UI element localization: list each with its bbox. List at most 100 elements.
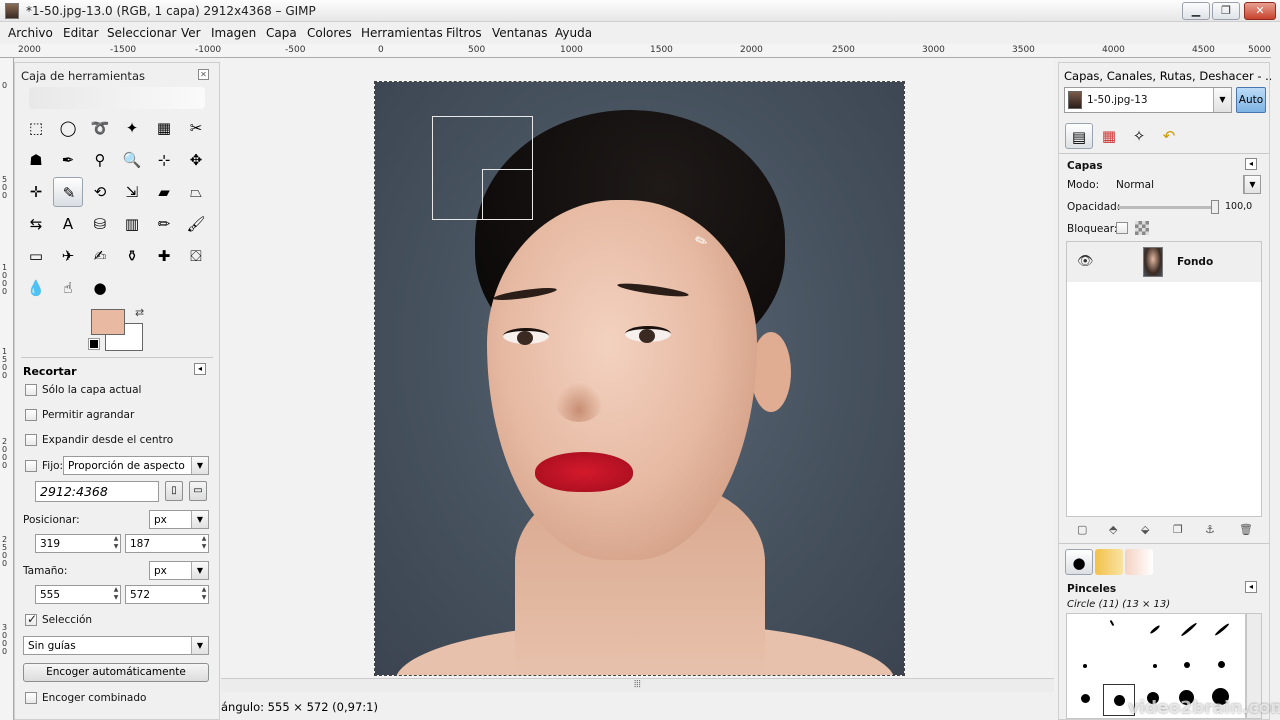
swap-colors-icon[interactable]: ⇄ xyxy=(135,306,144,319)
spin-arrows-icon[interactable]: ▲ ▼ xyxy=(200,535,208,552)
brushes-menu-icon[interactable]: ◂ xyxy=(1245,581,1257,593)
menu-ver[interactable]: Ver xyxy=(181,26,201,40)
lock-pixels-checkbox[interactable] xyxy=(1116,222,1128,234)
tool-align[interactable]: ✛ xyxy=(21,177,51,207)
lower-layer-icon[interactable]: ⬙ xyxy=(1141,523,1149,536)
vertical-ruler[interactable]: 0 500 1000 1500 2000 2500 3000 xyxy=(0,58,14,720)
tab-paths[interactable]: ✧ xyxy=(1125,123,1153,149)
tool-dodge-burn[interactable]: ● xyxy=(85,273,115,303)
menu-ayuda[interactable]: Ayuda xyxy=(555,26,592,40)
spin-arrows-icon[interactable]: ▲ ▼ xyxy=(200,586,208,603)
foreground-color-swatch[interactable] xyxy=(91,309,125,335)
menu-herramientas[interactable]: Herramientas xyxy=(361,26,443,40)
tool-by-color-select[interactable]: ▦ xyxy=(149,113,179,143)
duplicate-layer-icon[interactable]: ❐ xyxy=(1173,523,1183,536)
options-menu-icon[interactable]: ◂ xyxy=(194,363,206,375)
tool-paths[interactable]: ✒ xyxy=(53,145,83,175)
menu-seleccionar[interactable]: Seleccionar xyxy=(107,26,176,40)
delete-layer-icon[interactable]: 🗑 xyxy=(1239,523,1253,536)
allow-growing-checkbox[interactable] xyxy=(25,409,37,421)
spin-arrows-icon[interactable]: ▲ ▼ xyxy=(112,586,120,603)
shrink-merged-checkbox[interactable] xyxy=(25,692,37,704)
menu-editar[interactable]: Editar xyxy=(63,26,99,40)
horizontal-ruler[interactable]: 2000 -1500 -1000 -500 0 500 1000 1500 20… xyxy=(0,44,1280,58)
menu-archivo[interactable]: Archivo xyxy=(8,26,53,40)
layer-row[interactable]: 👁 Fondo xyxy=(1067,242,1261,282)
only-current-layer-checkbox[interactable] xyxy=(25,384,37,396)
color-area[interactable]: ⇄ xyxy=(88,306,149,355)
tool-blend[interactable]: ▥ xyxy=(117,209,147,239)
menu-filtros[interactable]: Filtros xyxy=(446,26,482,40)
tool-flip[interactable]: ⇆ xyxy=(21,209,51,239)
close-icon[interactable]: ✕ xyxy=(198,69,209,80)
close-button[interactable]: ✕ xyxy=(1244,2,1276,20)
tool-heal[interactable]: ✚ xyxy=(149,241,179,271)
brush-item[interactable] xyxy=(1109,619,1115,627)
guides-select[interactable]: Sin guías ▼ xyxy=(23,636,209,655)
raise-layer-icon[interactable]: ⬘ xyxy=(1109,523,1117,536)
tool-measure[interactable]: ⊹ xyxy=(149,145,179,175)
brush-item[interactable] xyxy=(1218,661,1225,668)
tool-ink[interactable]: ✍ xyxy=(85,241,115,271)
tool-crop[interactable]: ✎ xyxy=(53,177,83,207)
gimp-drop-area[interactable] xyxy=(29,87,205,109)
menu-ventanas[interactable]: Ventanas xyxy=(492,26,548,40)
horizontal-scrollbar[interactable]: ⦙⦙⦙ xyxy=(221,678,1054,692)
tool-zoom[interactable]: 🔍 xyxy=(117,145,147,175)
mode-value[interactable]: Normal xyxy=(1116,179,1154,191)
highlight-checkbox[interactable] xyxy=(25,612,37,626)
opacity-slider-knob[interactable] xyxy=(1211,200,1219,214)
expand-from-center-checkbox[interactable] xyxy=(25,434,37,446)
fixed-checkbox[interactable] xyxy=(25,460,37,472)
size-unit-select[interactable]: px ▼ xyxy=(149,561,209,580)
tool-eraser[interactable]: ▭ xyxy=(21,241,51,271)
tool-shear[interactable]: ▰ xyxy=(149,177,179,207)
tool-lasso[interactable]: ➰ xyxy=(85,113,115,143)
position-y-input[interactable]: 187 ▲ ▼ xyxy=(125,534,209,553)
lock-alpha-icon[interactable] xyxy=(1135,221,1149,235)
tab-channels[interactable]: ▦ xyxy=(1095,123,1123,149)
tool-pencil[interactable]: ✏ xyxy=(149,209,179,239)
tab-brushes[interactable]: ● xyxy=(1065,549,1093,575)
tool-clone[interactable]: ⚱ xyxy=(117,241,147,271)
tool-blur[interactable]: 💧 xyxy=(21,273,51,303)
portrait-icon[interactable]: ▯ xyxy=(165,481,183,501)
brush-item[interactable] xyxy=(1214,622,1230,637)
menu-capa[interactable]: Capa xyxy=(266,26,297,40)
tool-rect-select[interactable]: ⬚ xyxy=(21,113,51,143)
tab-layers[interactable]: ▤ xyxy=(1065,123,1093,149)
minimize-button[interactable]: ▁ xyxy=(1182,2,1210,20)
brush-item[interactable] xyxy=(1184,662,1190,668)
tab-gradients[interactable] xyxy=(1125,549,1153,575)
brush-item[interactable] xyxy=(1180,621,1198,638)
image-select[interactable]: 1-50.jpg-13 ▼ xyxy=(1064,87,1232,113)
eye-icon[interactable]: 👁 xyxy=(1077,254,1094,269)
opacity-slider[interactable] xyxy=(1117,200,1219,214)
tool-foreground-select[interactable]: ☗ xyxy=(21,145,51,175)
size-width-input[interactable]: 555 ▲ ▼ xyxy=(35,585,121,604)
scroll-grip-icon[interactable]: ⦙⦙⦙ xyxy=(634,679,641,690)
chevron-down-icon[interactable]: ▼ xyxy=(1213,88,1231,112)
tool-ellipse-select[interactable]: ◯ xyxy=(53,113,83,143)
layers-list[interactable]: 👁 Fondo xyxy=(1066,241,1262,517)
tab-patterns[interactable] xyxy=(1095,549,1123,575)
autoshrink-button[interactable]: Encoger automáticamente xyxy=(23,663,209,682)
tool-perspective[interactable]: ⏢ xyxy=(181,177,211,207)
brush-item[interactable] xyxy=(1114,695,1125,706)
aspect-ratio-input[interactable]: 2912:4368 xyxy=(35,481,159,502)
landscape-icon[interactable]: ▭ xyxy=(189,481,207,501)
anchor-layer-icon[interactable]: ⚓ xyxy=(1205,523,1215,536)
tool-move[interactable]: ✥ xyxy=(181,145,211,175)
brush-item[interactable] xyxy=(1149,624,1161,635)
brush-item[interactable] xyxy=(1081,694,1090,703)
tool-bucket-fill[interactable]: ⛁ xyxy=(85,209,115,239)
maximize-button[interactable]: ❐ xyxy=(1212,2,1240,20)
photo[interactable]: ✎ xyxy=(374,81,905,676)
default-colors-icon[interactable] xyxy=(88,338,100,350)
position-unit-select[interactable]: px ▼ xyxy=(149,510,209,529)
tool-airbrush[interactable]: ✈ xyxy=(53,241,83,271)
auto-button[interactable]: Auto xyxy=(1236,87,1266,113)
right-scroll-edge[interactable] xyxy=(1271,44,1280,720)
fixed-mode-select[interactable]: Proporción de aspecto ▼ xyxy=(63,456,209,475)
spin-arrows-icon[interactable]: ▲ ▼ xyxy=(112,535,120,552)
